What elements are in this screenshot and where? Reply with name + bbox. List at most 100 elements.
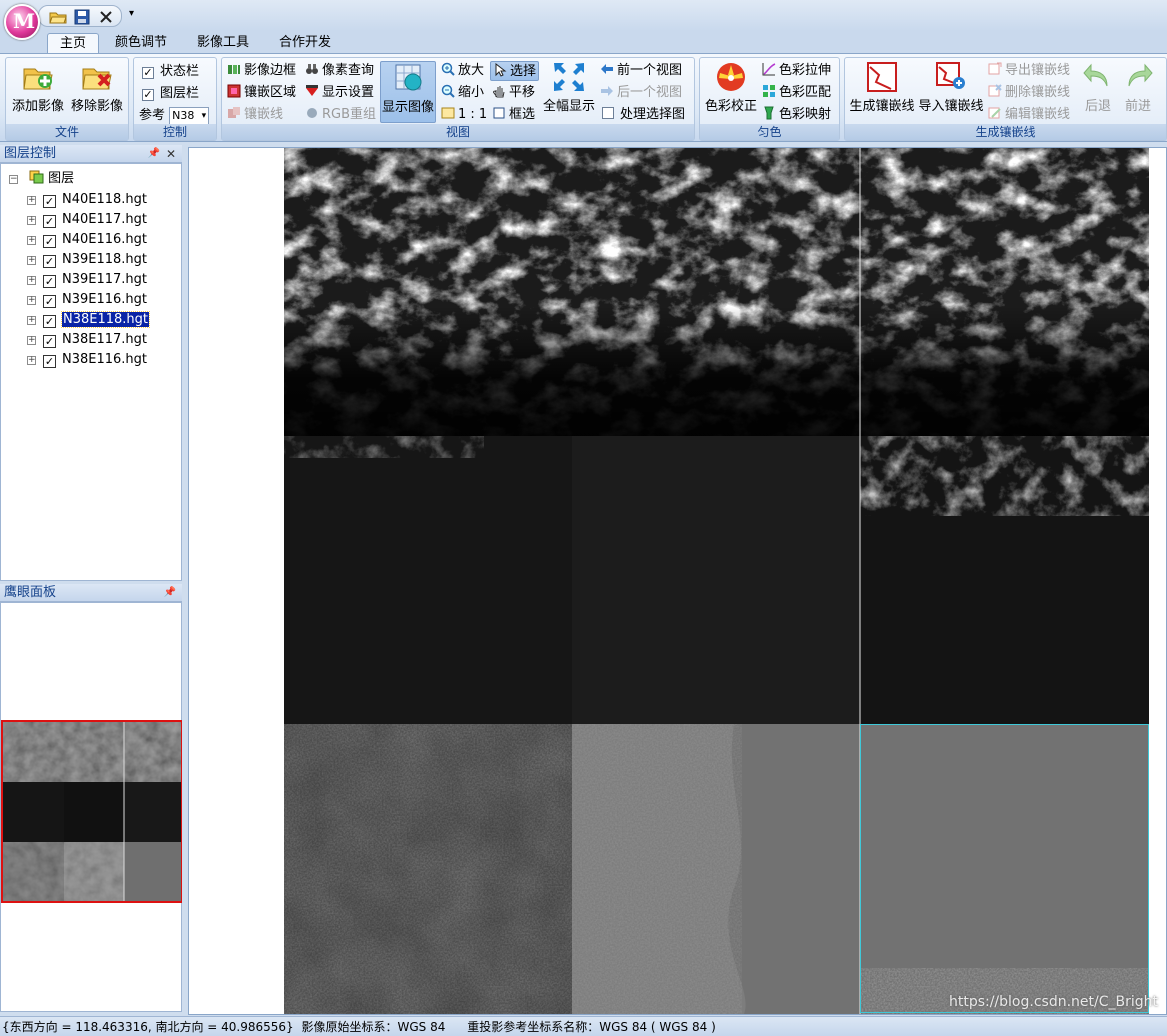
layer-row[interactable]: + ✓ N40E116.hgt [27,230,147,250]
rgb-regroup-button[interactable]: RGB重组 [305,105,376,125]
layer-root-label: 图层 [48,171,75,186]
layer-bar-toggle[interactable]: ✓ 图层栏 [142,84,199,104]
undo-button[interactable]: 后退 [1081,61,1115,119]
layer-row[interactable]: + ✓ N39E116.hgt [27,290,147,310]
overview-extent-frame[interactable] [1,720,183,903]
layer-visibility-checkbox[interactable]: ✓ [43,295,56,308]
layer-row[interactable]: + ✓ N39E118.hgt [27,250,147,270]
pan-tool-button[interactable]: 平移 [492,83,535,103]
map-canvas[interactable]: https://blog.csdn.net/C_Bright [188,147,1167,1015]
import-seamline-button[interactable]: 导入镶嵌线 [917,61,985,119]
zoom-in-label: 放大 [458,63,485,78]
reference-select[interactable]: N38 [169,106,210,125]
layer-bar-checkbox[interactable]: ✓ [142,89,154,101]
quick-access-dropdown[interactable]: ▾ [129,8,134,19]
layer-name[interactable]: N39E117.hgt [62,272,147,287]
layer-row[interactable]: + ✓ N39E117.hgt [27,270,147,290]
tab-home[interactable]: 主页 [47,33,100,53]
box-select-button[interactable]: 框选 [492,105,535,125]
redo-button[interactable]: 前进 [1121,61,1155,119]
watermark-text: https://blog.csdn.net/C_Bright [948,994,1158,1010]
color-mapping-icon [764,106,774,120]
pixel-query-button[interactable]: 像素查询 [305,61,374,81]
image-border-button[interactable]: 影像边框 [227,61,296,81]
expand-icon[interactable]: + [27,236,36,245]
layer-row[interactable]: + ✓ N40E118.hgt [27,190,147,210]
quick-access-toolbar [38,5,122,27]
layer-name[interactable]: N38E118.hgt [60,311,151,328]
expand-icon[interactable]: + [27,336,36,345]
status-bar-toggle[interactable]: ✓ 状态栏 [142,62,199,82]
expand-icon[interactable]: + [27,356,36,365]
layer-name[interactable]: N38E116.hgt [62,352,147,367]
expand-icon[interactable]: + [27,196,36,205]
color-mapping-button[interactable]: 色彩映射 [762,105,831,125]
color-correction-button[interactable]: 色彩校正 [702,61,760,119]
seam-line-button[interactable]: 镶嵌线 [227,105,283,125]
collapse-icon[interactable]: − [9,175,18,184]
process-selected-checkbox[interactable] [602,107,614,119]
tab-collaboration[interactable]: 合作开发 [267,33,343,53]
view-group: 影像边框 像素查询 镶嵌区域 显示设置 镶嵌线 RGB重组 显示图像 放大 选择 [221,57,695,141]
layer-row[interactable]: + ✓ N38E118.hgt [27,310,151,330]
layer-tree-root[interactable]: − 图层 [9,170,74,188]
layer-visibility-checkbox[interactable]: ✓ [43,235,56,248]
layer-visibility-checkbox[interactable]: ✓ [43,195,56,208]
zoom-out-button[interactable]: 缩小 [441,83,484,103]
remove-image-label: 移除影像 [70,99,123,114]
overview-panel [0,602,183,1012]
prev-view-button[interactable]: 前一个视图 [600,61,682,81]
pin-icon[interactable]: 📌 [148,145,160,163]
next-view-button[interactable]: 后一个视图 [600,83,682,103]
generate-seamline-button[interactable]: 生成镶嵌线 [847,61,917,119]
mosaic-area-button[interactable]: 镶嵌区域 [227,83,296,103]
layer-name[interactable]: N39E116.hgt [62,292,147,307]
edit-seamline-button[interactable]: 编辑镶嵌线 [988,105,1070,125]
expand-icon[interactable]: + [27,316,36,325]
expand-icon[interactable]: + [27,216,36,225]
expand-icon[interactable]: + [27,276,36,285]
generate-seamline-label: 生成镶嵌线 [849,99,915,114]
layer-visibility-checkbox[interactable]: ✓ [43,355,56,368]
color-stretch-icon [762,63,776,76]
layer-visibility-checkbox[interactable]: ✓ [43,215,56,228]
process-selected-toggle[interactable]: 处理选择图 [602,105,685,125]
select-tool-button[interactable]: 选择 [490,61,540,81]
layer-row[interactable]: + ✓ N40E117.hgt [27,210,147,230]
save-icon[interactable] [73,8,91,26]
layer-visibility-checkbox[interactable]: ✓ [43,255,56,268]
color-stretch-button[interactable]: 色彩拉伸 [762,61,831,81]
layer-row[interactable]: + ✓ N38E116.hgt [27,350,147,370]
zoom-in-button[interactable]: 放大 [441,61,484,81]
export-seamline-button[interactable]: 导出镶嵌线 [988,61,1070,81]
display-settings-button[interactable]: 显示设置 [305,83,374,103]
full-extent-button[interactable]: 全幅显示 [540,61,598,119]
layer-name[interactable]: N40E118.hgt [62,192,147,207]
expand-icon[interactable]: + [27,296,36,305]
cursor-arrow-icon [495,63,507,77]
layer-row[interactable]: + ✓ N38E117.hgt [27,330,147,350]
color-match-button[interactable]: 色彩匹配 [762,83,831,103]
layer-name[interactable]: N38E117.hgt [62,332,147,347]
tab-color-adjust[interactable]: 颜色调节 [103,33,179,53]
folder-open-icon[interactable] [49,8,67,26]
tab-image-tools[interactable]: 影像工具 [185,33,261,53]
layer-name[interactable]: N40E116.hgt [62,232,147,247]
app-menu-button[interactable]: M [4,4,40,40]
remove-image-button[interactable]: 移除影像 [66,61,128,119]
color-correction-label: 色彩校正 [704,99,757,114]
pin-icon[interactable]: 📌 [164,584,176,602]
show-image-button[interactable]: 显示图像 [380,61,436,123]
add-image-button[interactable]: 添加影像 [8,61,68,119]
layer-name[interactable]: N39E118.hgt [62,252,147,267]
layer-visibility-checkbox[interactable]: ✓ [43,335,56,348]
layer-name[interactable]: N40E117.hgt [62,212,147,227]
layer-visibility-checkbox[interactable]: ✓ [43,315,56,328]
close-icon[interactable]: ✕ [166,145,176,163]
status-bar-checkbox[interactable]: ✓ [142,67,154,79]
one-to-one-button[interactable]: 1 : 1 [441,105,487,125]
delete-seamline-button[interactable]: 删除镶嵌线 [988,83,1070,103]
layer-visibility-checkbox[interactable]: ✓ [43,275,56,288]
close-icon[interactable] [97,8,115,26]
expand-icon[interactable]: + [27,256,36,265]
